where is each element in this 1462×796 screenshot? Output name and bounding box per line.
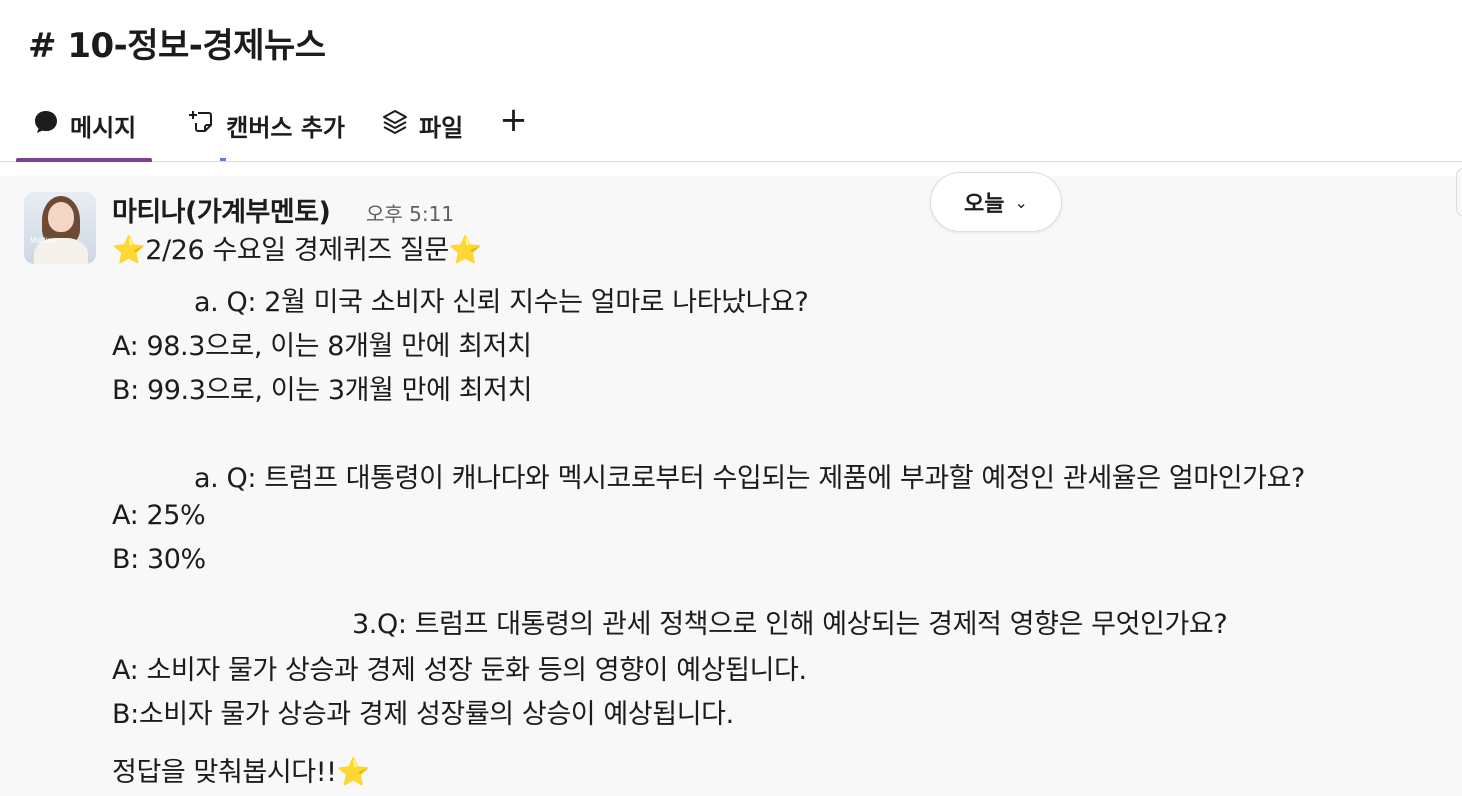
tab-files[interactable]: 파일: [381, 96, 463, 162]
avatar[interactable]: Mattina: [24, 192, 96, 264]
tab-add-button[interactable]: +: [499, 96, 528, 162]
date-divider-button[interactable]: 오늘 ⌄: [930, 172, 1062, 232]
quiz-title: ⭐2/26 수요일 경제퀴즈 질문⭐: [112, 235, 482, 266]
tab-messages[interactable]: 메시지: [16, 96, 153, 162]
channel-header: # 10-정보-경제뉴스 메시지 캔버스 추가 파일 +: [0, 0, 1462, 162]
tab-divider-mark: [220, 158, 226, 161]
canvas-add-icon: [188, 108, 216, 136]
tab-label: 캔버스 추가: [226, 114, 346, 142]
channel-tabs: 메시지 캔버스 추가 파일 +: [16, 96, 564, 162]
date-label: 오늘: [964, 192, 1005, 217]
sender-name[interactable]: 마티나(가계부멘토): [112, 190, 331, 229]
side-panel-edge: [1456, 168, 1462, 216]
question-2: a. Q: 트럼프 대통령이 캐나다와 멕시코로부터 수입되는 제품에 부과할 …: [194, 463, 1305, 494]
question-3-option-b: B:소비자 물가 상승과 경제 성장률의 상승이 예상됩니다.: [112, 699, 734, 730]
tab-label: 파일: [419, 114, 464, 142]
message-list: Mattina 마티나(가계부멘토) 오후 5:11 오늘 ⌄ ⭐2/26 수요…: [0, 168, 1462, 796]
message-timestamp[interactable]: 오후 5:11: [366, 198, 454, 227]
plus-icon: +: [499, 100, 528, 140]
question-3: 3.Q: 트럼프 대통령의 관세 정책으로 인해 예상되는 경제적 영향은 무엇…: [352, 609, 1228, 640]
question-1: a. Q: 2월 미국 소비자 신뢰 지수는 얼마로 나타났나요?: [194, 287, 809, 318]
avatar-brand-text: Mattina: [30, 236, 57, 245]
question-1-option-b: B: 99.3으로, 이는 3개월 만에 최저치: [112, 375, 533, 406]
avatar-face: [48, 202, 74, 232]
message-bubble-icon: [32, 108, 60, 136]
closing-text: 정답을 맞춰봅시다!!⭐: [112, 757, 370, 788]
question-2-option-b: B: 30%: [112, 544, 206, 575]
layers-icon: [381, 108, 409, 136]
question-2-option-a: A: 25%: [112, 500, 206, 531]
channel-title[interactable]: # 10-정보-경제뉴스: [28, 18, 326, 67]
tab-label: 메시지: [70, 114, 137, 142]
question-3-option-a: A: 소비자 물가 상승과 경제 성장 둔화 등의 영향이 예상됩니다.: [112, 655, 807, 686]
question-1-option-a: A: 98.3으로, 이는 8개월 만에 최저치: [112, 331, 532, 362]
tab-add-canvas[interactable]: 캔버스 추가: [188, 96, 345, 162]
chevron-down-icon: ⌄: [1014, 192, 1028, 212]
